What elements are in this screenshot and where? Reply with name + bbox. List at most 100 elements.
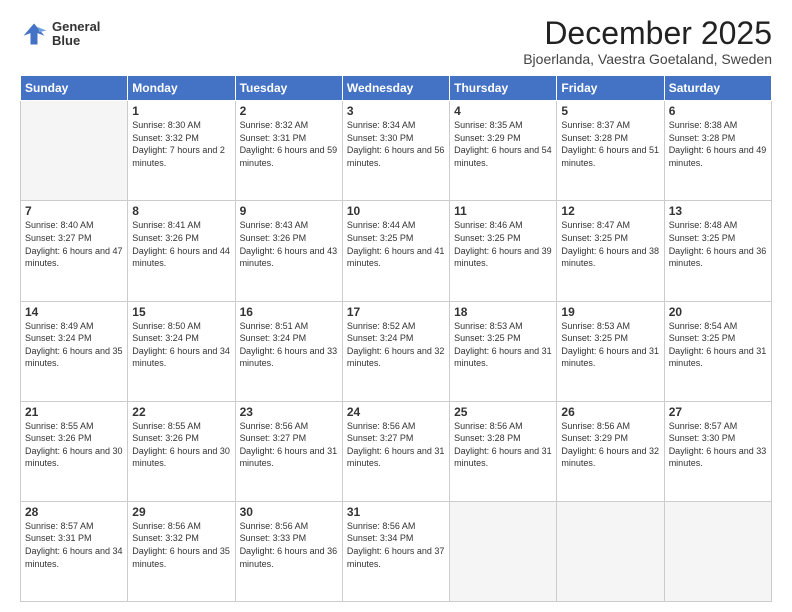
day-number: 17	[347, 305, 445, 319]
week-row-4: 21Sunrise: 8:55 AMSunset: 3:26 PMDayligh…	[21, 401, 772, 501]
day-info: Sunrise: 8:49 AMSunset: 3:24 PMDaylight:…	[25, 320, 123, 370]
day-info: Sunrise: 8:30 AMSunset: 3:32 PMDaylight:…	[132, 119, 230, 169]
calendar-cell: 21Sunrise: 8:55 AMSunset: 3:26 PMDayligh…	[21, 401, 128, 501]
day-number: 29	[132, 505, 230, 519]
day-info: Sunrise: 8:56 AMSunset: 3:32 PMDaylight:…	[132, 520, 230, 570]
day-number: 1	[132, 104, 230, 118]
calendar-cell: 11Sunrise: 8:46 AMSunset: 3:25 PMDayligh…	[450, 201, 557, 301]
day-number: 9	[240, 204, 338, 218]
calendar-cell: 9Sunrise: 8:43 AMSunset: 3:26 PMDaylight…	[235, 201, 342, 301]
week-row-5: 28Sunrise: 8:57 AMSunset: 3:31 PMDayligh…	[21, 501, 772, 601]
day-info: Sunrise: 8:34 AMSunset: 3:30 PMDaylight:…	[347, 119, 445, 169]
calendar-cell	[664, 501, 771, 601]
day-info: Sunrise: 8:56 AMSunset: 3:33 PMDaylight:…	[240, 520, 338, 570]
day-info: Sunrise: 8:48 AMSunset: 3:25 PMDaylight:…	[669, 219, 767, 269]
calendar-cell: 10Sunrise: 8:44 AMSunset: 3:25 PMDayligh…	[342, 201, 449, 301]
day-info: Sunrise: 8:52 AMSunset: 3:24 PMDaylight:…	[347, 320, 445, 370]
calendar-cell	[21, 101, 128, 201]
day-number: 16	[240, 305, 338, 319]
day-number: 5	[561, 104, 659, 118]
day-info: Sunrise: 8:53 AMSunset: 3:25 PMDaylight:…	[454, 320, 552, 370]
calendar-cell: 7Sunrise: 8:40 AMSunset: 3:27 PMDaylight…	[21, 201, 128, 301]
calendar-cell: 22Sunrise: 8:55 AMSunset: 3:26 PMDayligh…	[128, 401, 235, 501]
day-number: 7	[25, 204, 123, 218]
day-info: Sunrise: 8:55 AMSunset: 3:26 PMDaylight:…	[25, 420, 123, 470]
calendar-cell: 14Sunrise: 8:49 AMSunset: 3:24 PMDayligh…	[21, 301, 128, 401]
day-number: 8	[132, 204, 230, 218]
day-info: Sunrise: 8:38 AMSunset: 3:28 PMDaylight:…	[669, 119, 767, 169]
calendar-cell: 6Sunrise: 8:38 AMSunset: 3:28 PMDaylight…	[664, 101, 771, 201]
logo-icon	[20, 20, 48, 48]
day-number: 28	[25, 505, 123, 519]
logo-text: General Blue	[52, 20, 100, 49]
day-info: Sunrise: 8:43 AMSunset: 3:26 PMDaylight:…	[240, 219, 338, 269]
day-info: Sunrise: 8:56 AMSunset: 3:27 PMDaylight:…	[240, 420, 338, 470]
calendar-cell: 19Sunrise: 8:53 AMSunset: 3:25 PMDayligh…	[557, 301, 664, 401]
header: General Blue December 2025 Bjoerlanda, V…	[20, 16, 772, 67]
calendar-cell: 15Sunrise: 8:50 AMSunset: 3:24 PMDayligh…	[128, 301, 235, 401]
day-info: Sunrise: 8:56 AMSunset: 3:28 PMDaylight:…	[454, 420, 552, 470]
subtitle: Bjoerlanda, Vaestra Goetaland, Sweden	[523, 51, 772, 67]
week-row-3: 14Sunrise: 8:49 AMSunset: 3:24 PMDayligh…	[21, 301, 772, 401]
day-header-tuesday: Tuesday	[235, 76, 342, 101]
day-number: 22	[132, 405, 230, 419]
calendar-cell: 18Sunrise: 8:53 AMSunset: 3:25 PMDayligh…	[450, 301, 557, 401]
week-row-1: 1Sunrise: 8:30 AMSunset: 3:32 PMDaylight…	[21, 101, 772, 201]
day-number: 21	[25, 405, 123, 419]
calendar-cell: 4Sunrise: 8:35 AMSunset: 3:29 PMDaylight…	[450, 101, 557, 201]
day-number: 18	[454, 305, 552, 319]
day-number: 15	[132, 305, 230, 319]
calendar-cell: 27Sunrise: 8:57 AMSunset: 3:30 PMDayligh…	[664, 401, 771, 501]
day-info: Sunrise: 8:55 AMSunset: 3:26 PMDaylight:…	[132, 420, 230, 470]
day-info: Sunrise: 8:51 AMSunset: 3:24 PMDaylight:…	[240, 320, 338, 370]
day-info: Sunrise: 8:50 AMSunset: 3:24 PMDaylight:…	[132, 320, 230, 370]
calendar-cell: 8Sunrise: 8:41 AMSunset: 3:26 PMDaylight…	[128, 201, 235, 301]
calendar-cell: 2Sunrise: 8:32 AMSunset: 3:31 PMDaylight…	[235, 101, 342, 201]
day-info: Sunrise: 8:47 AMSunset: 3:25 PMDaylight:…	[561, 219, 659, 269]
day-info: Sunrise: 8:40 AMSunset: 3:27 PMDaylight:…	[25, 219, 123, 269]
logo-line2: Blue	[52, 34, 100, 48]
calendar-cell	[557, 501, 664, 601]
day-info: Sunrise: 8:46 AMSunset: 3:25 PMDaylight:…	[454, 219, 552, 269]
calendar-cell	[450, 501, 557, 601]
calendar-cell: 16Sunrise: 8:51 AMSunset: 3:24 PMDayligh…	[235, 301, 342, 401]
day-number: 4	[454, 104, 552, 118]
calendar-cell: 17Sunrise: 8:52 AMSunset: 3:24 PMDayligh…	[342, 301, 449, 401]
day-number: 19	[561, 305, 659, 319]
day-number: 13	[669, 204, 767, 218]
logo: General Blue	[20, 20, 100, 49]
calendar-cell: 13Sunrise: 8:48 AMSunset: 3:25 PMDayligh…	[664, 201, 771, 301]
day-header-friday: Friday	[557, 76, 664, 101]
day-header-thursday: Thursday	[450, 76, 557, 101]
day-number: 3	[347, 104, 445, 118]
calendar-table: SundayMondayTuesdayWednesdayThursdayFrid…	[20, 75, 772, 602]
day-info: Sunrise: 8:41 AMSunset: 3:26 PMDaylight:…	[132, 219, 230, 269]
day-number: 20	[669, 305, 767, 319]
day-number: 26	[561, 405, 659, 419]
day-info: Sunrise: 8:56 AMSunset: 3:29 PMDaylight:…	[561, 420, 659, 470]
calendar-cell: 29Sunrise: 8:56 AMSunset: 3:32 PMDayligh…	[128, 501, 235, 601]
day-info: Sunrise: 8:53 AMSunset: 3:25 PMDaylight:…	[561, 320, 659, 370]
day-info: Sunrise: 8:44 AMSunset: 3:25 PMDaylight:…	[347, 219, 445, 269]
calendar-cell: 28Sunrise: 8:57 AMSunset: 3:31 PMDayligh…	[21, 501, 128, 601]
day-header-wednesday: Wednesday	[342, 76, 449, 101]
calendar-cell: 23Sunrise: 8:56 AMSunset: 3:27 PMDayligh…	[235, 401, 342, 501]
calendar-cell: 3Sunrise: 8:34 AMSunset: 3:30 PMDaylight…	[342, 101, 449, 201]
page: General Blue December 2025 Bjoerlanda, V…	[0, 0, 792, 612]
calendar-cell: 5Sunrise: 8:37 AMSunset: 3:28 PMDaylight…	[557, 101, 664, 201]
day-number: 27	[669, 405, 767, 419]
day-info: Sunrise: 8:37 AMSunset: 3:28 PMDaylight:…	[561, 119, 659, 169]
calendar-cell: 1Sunrise: 8:30 AMSunset: 3:32 PMDaylight…	[128, 101, 235, 201]
day-info: Sunrise: 8:57 AMSunset: 3:31 PMDaylight:…	[25, 520, 123, 570]
calendar-cell: 30Sunrise: 8:56 AMSunset: 3:33 PMDayligh…	[235, 501, 342, 601]
main-title: December 2025	[523, 16, 772, 51]
day-number: 11	[454, 204, 552, 218]
day-number: 25	[454, 405, 552, 419]
day-number: 24	[347, 405, 445, 419]
day-header-monday: Monday	[128, 76, 235, 101]
calendar-cell: 12Sunrise: 8:47 AMSunset: 3:25 PMDayligh…	[557, 201, 664, 301]
day-number: 31	[347, 505, 445, 519]
calendar-cell: 25Sunrise: 8:56 AMSunset: 3:28 PMDayligh…	[450, 401, 557, 501]
day-info: Sunrise: 8:56 AMSunset: 3:34 PMDaylight:…	[347, 520, 445, 570]
title-block: December 2025 Bjoerlanda, Vaestra Goetal…	[523, 16, 772, 67]
